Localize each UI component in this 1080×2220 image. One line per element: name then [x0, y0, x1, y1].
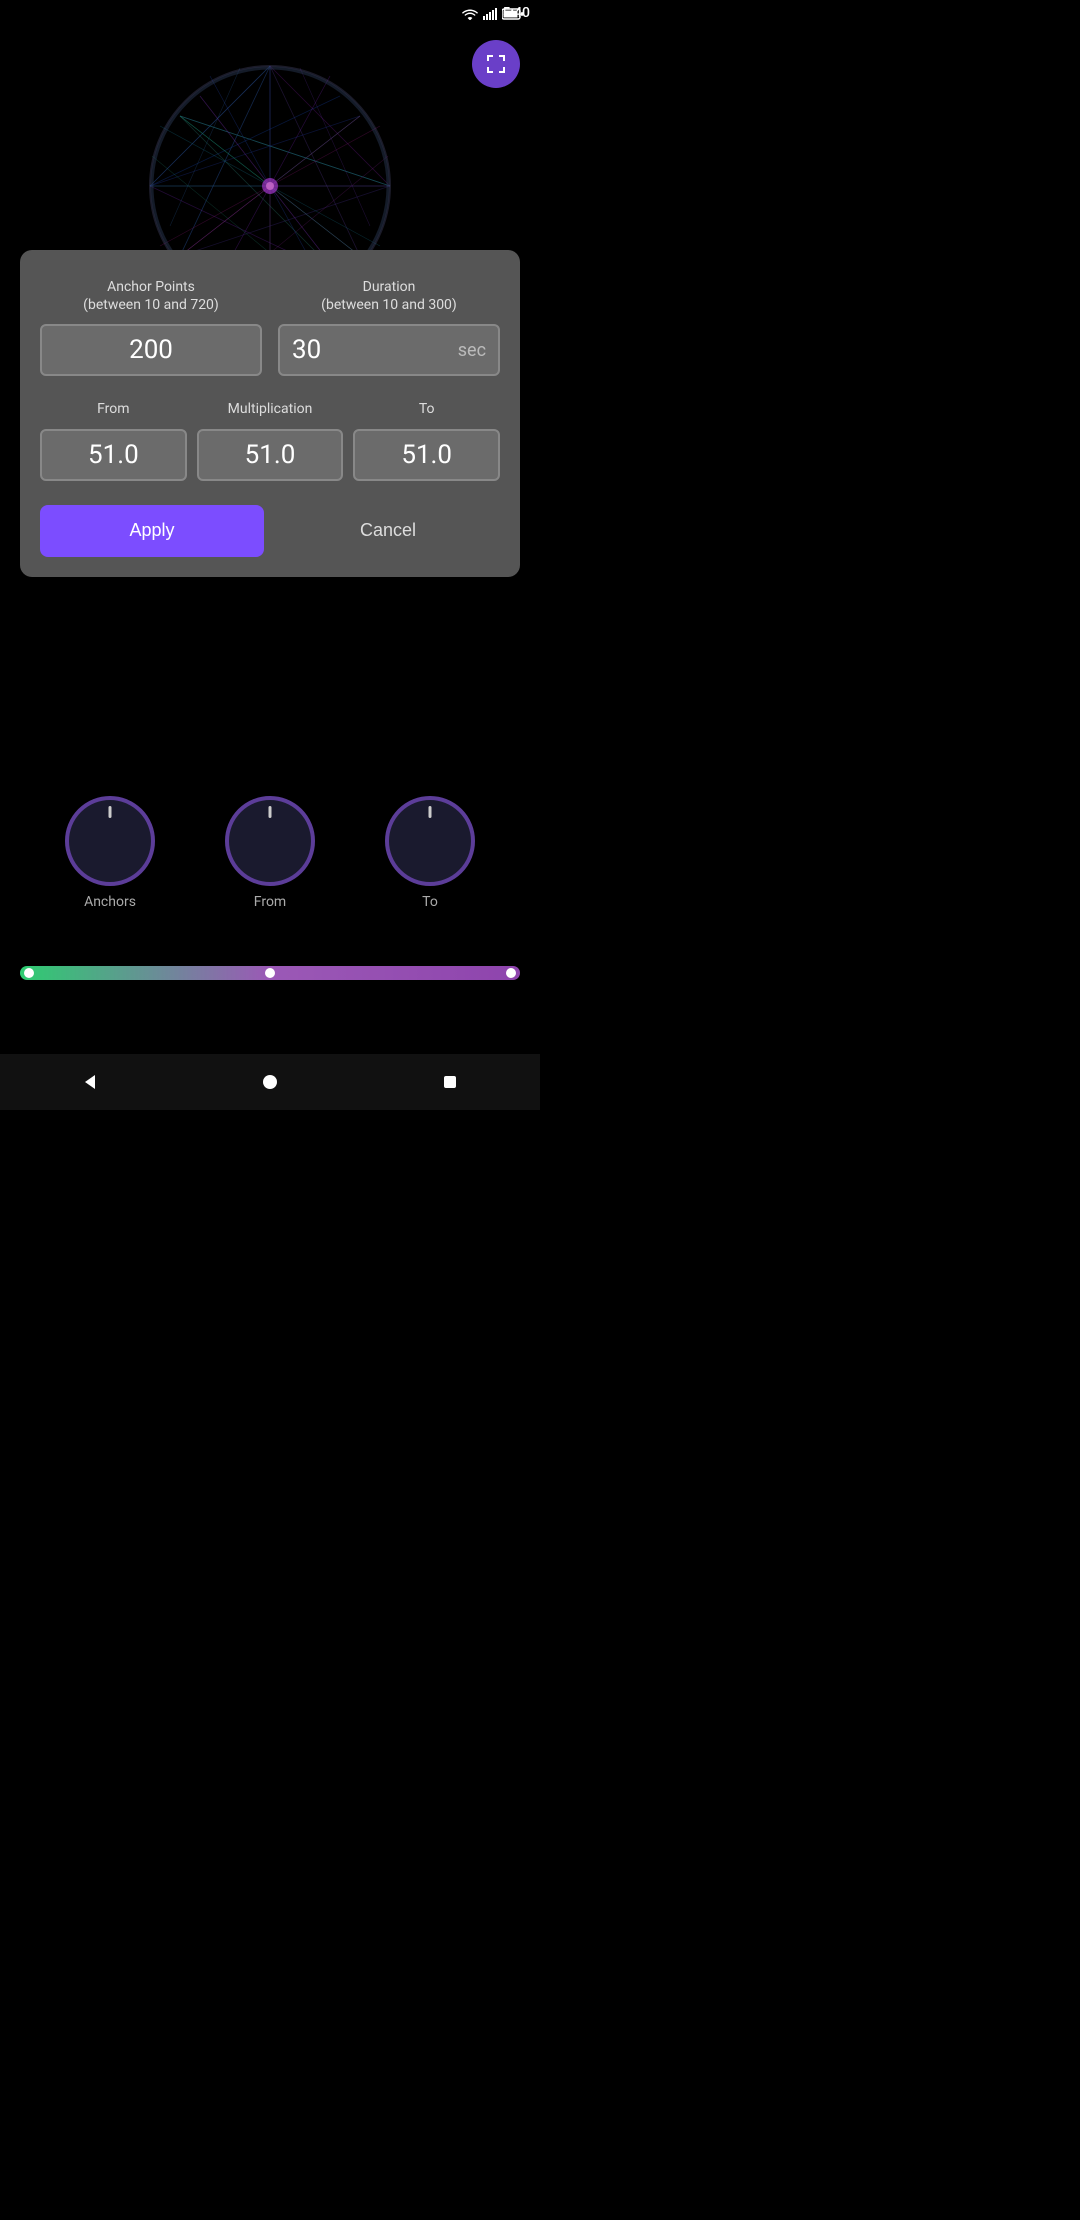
signal-icon: [483, 8, 497, 20]
multiplication-value: 51.0: [245, 440, 296, 470]
multiplication-label: Multiplication: [228, 400, 313, 418]
recent-icon: [441, 1073, 459, 1091]
apply-button[interactable]: Apply: [40, 505, 264, 557]
knobs-area: Anchors From To: [0, 796, 540, 910]
anchors-knob[interactable]: [65, 796, 155, 886]
to-label: To: [419, 400, 435, 418]
from-knob-indicator: [269, 806, 272, 818]
to-knob-indicator: [429, 806, 432, 818]
anchor-points-value: 200: [129, 335, 173, 365]
from-knob-label: From: [254, 894, 286, 910]
back-icon: [81, 1073, 99, 1091]
to-knob-label: To: [422, 894, 438, 910]
recent-button[interactable]: [420, 1062, 480, 1102]
buttons-row: Apply Cancel: [40, 505, 500, 557]
color-slider[interactable]: [20, 966, 520, 980]
anchor-points-input[interactable]: 200: [40, 324, 262, 376]
to-col: To 51.0: [353, 400, 500, 480]
duration-label: Duration (between 10 and 300): [321, 278, 457, 314]
slider-dot-center: [265, 968, 275, 978]
from-knob[interactable]: [225, 796, 315, 886]
from-value: 51.0: [88, 440, 139, 470]
home-button[interactable]: [240, 1062, 300, 1102]
status-bar: 5:40: [0, 0, 540, 28]
from-col: From 51.0: [40, 400, 187, 480]
slider-dot-right: [506, 968, 516, 978]
to-knob[interactable]: [385, 796, 475, 886]
anchors-knob-indicator: [109, 806, 112, 818]
status-time: 5:40: [502, 5, 530, 21]
from-input[interactable]: 51.0: [40, 429, 187, 481]
wifi-icon: [462, 8, 478, 20]
anchor-points-col: Anchor Points (between 10 and 720) 200: [40, 278, 262, 376]
fullscreen-button[interactable]: [472, 40, 520, 88]
anchors-knob-label: Anchors: [84, 894, 136, 910]
top-fields-row: Anchor Points (between 10 and 720) 200 D…: [40, 278, 500, 376]
fullscreen-icon: [484, 52, 508, 76]
duration-value: 30: [292, 335, 321, 365]
navigation-bar: [0, 1054, 540, 1110]
anchors-knob-container: Anchors: [65, 796, 155, 910]
to-knob-container: To: [385, 796, 475, 910]
home-icon: [261, 1073, 279, 1091]
middle-fields-row: From 51.0 Multiplication 51.0 To 51.0: [40, 400, 500, 480]
multiplication-col: Multiplication 51.0: [197, 400, 344, 480]
settings-modal: Anchor Points (between 10 and 720) 200 D…: [20, 250, 520, 577]
duration-input[interactable]: 30 sec: [278, 324, 500, 376]
to-input[interactable]: 51.0: [353, 429, 500, 481]
slider-dot-left: [24, 968, 34, 978]
from-knob-container: From: [225, 796, 315, 910]
cancel-button[interactable]: Cancel: [276, 505, 500, 557]
to-value: 51.0: [401, 440, 452, 470]
back-button[interactable]: [60, 1062, 120, 1102]
duration-col: Duration (between 10 and 300) 30 sec: [278, 278, 500, 376]
visualization-area: [0, 28, 540, 268]
from-label: From: [97, 400, 129, 418]
duration-unit: sec: [458, 340, 486, 361]
anchor-points-label: Anchor Points (between 10 and 720): [83, 278, 219, 314]
multiplication-input[interactable]: 51.0: [197, 429, 344, 481]
